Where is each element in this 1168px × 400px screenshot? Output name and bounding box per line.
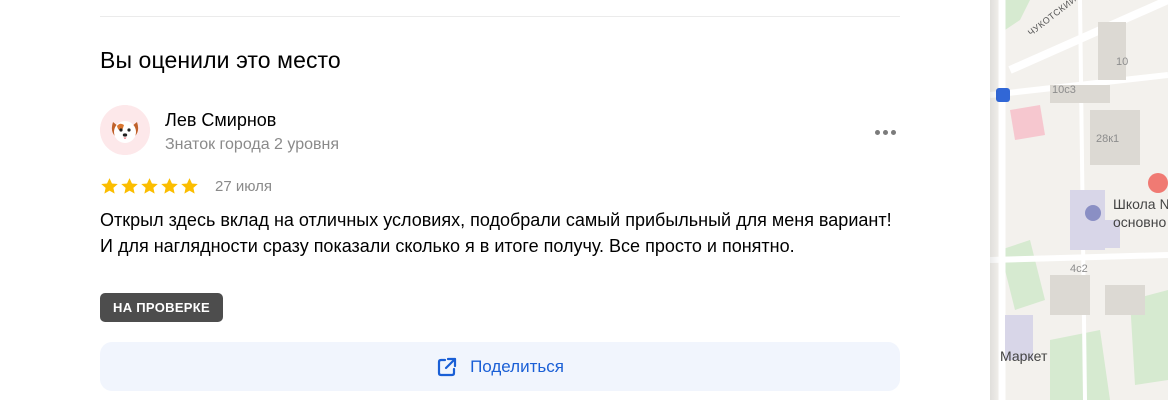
- user-level: Знаток города 2 уровня: [165, 136, 340, 153]
- map-poi-school-line2: основно: [1113, 214, 1167, 230]
- more-options-button[interactable]: [870, 122, 900, 142]
- map-poi-market[interactable]: Маркет: [1000, 348, 1047, 364]
- review-date: 27 июля: [215, 178, 273, 195]
- review-text: Открыл здесь вклад на отличных условиях,…: [100, 210, 892, 256]
- status-badge: НА ПРОВЕРКЕ: [100, 293, 223, 322]
- map-building-label: 10: [1116, 56, 1129, 68]
- section-title: Вы оценили это место: [100, 47, 341, 73]
- star-icon: [121, 178, 138, 194]
- star-icon: [101, 178, 118, 194]
- share-icon: [437, 357, 457, 376]
- more-dots-icon: [882, 129, 888, 135]
- star-icon: [161, 178, 178, 194]
- map-view[interactable]: ЧУКОТСКИЙ пр-д 10 10с3 28к1 4с2 Школа № …: [990, 0, 1168, 400]
- map-edge-shadow: [990, 0, 1000, 400]
- share-label: Поделиться: [470, 356, 564, 376]
- user-avatar[interactable]: [100, 105, 150, 155]
- star-icon: [141, 178, 158, 194]
- map-building-label: 10с3: [1052, 84, 1076, 96]
- more-dots-icon: [890, 129, 896, 135]
- map-building-label: 28к1: [1096, 133, 1120, 145]
- star-icon: [181, 178, 198, 194]
- share-button[interactable]: Поделиться: [100, 342, 900, 391]
- map-poi-school[interactable]: Школа № основно: [1113, 195, 1168, 231]
- map-poi-school-line1: Школа №: [1113, 196, 1168, 212]
- dog-avatar-icon: [100, 105, 150, 155]
- map-building-label: 4с2: [1070, 263, 1088, 275]
- rating-stars: [100, 177, 199, 197]
- user-name[interactable]: Лев Смирнов: [165, 110, 276, 131]
- more-dots-icon: [874, 129, 880, 135]
- divider: [100, 16, 900, 17]
- review-panel: Вы оценили это место Лев Смирнов Знаток …: [0, 0, 990, 400]
